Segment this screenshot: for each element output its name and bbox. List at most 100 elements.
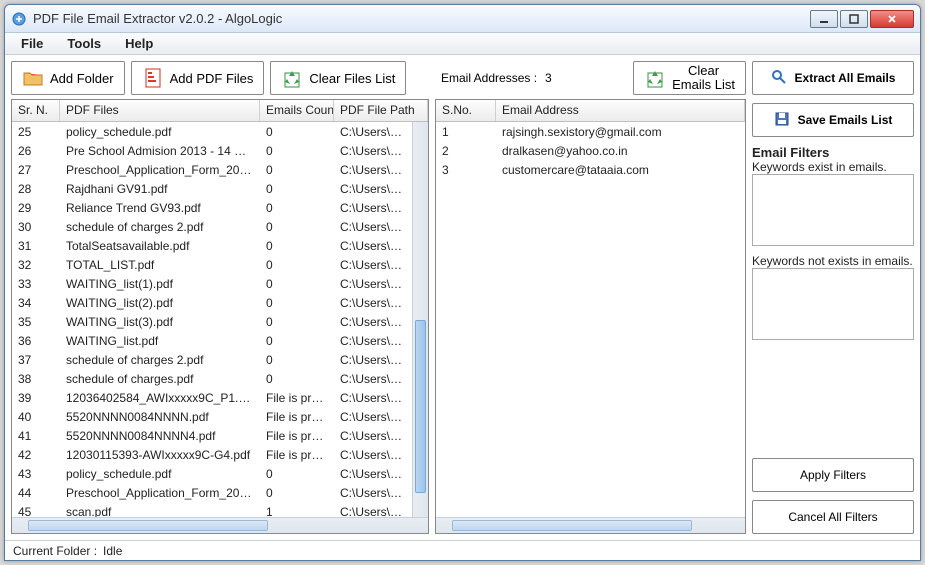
cell-srn: 29 bbox=[12, 201, 60, 215]
col-file-path[interactable]: PDF File Path bbox=[334, 100, 428, 121]
close-button[interactable] bbox=[870, 10, 914, 28]
table-row[interactable]: 38schedule of charges.pdf0C:\Users\Mar bbox=[12, 369, 412, 388]
table-row[interactable]: 405520NNNN0084NNNN.pdfFile is prot...C:\… bbox=[12, 407, 412, 426]
cell-srn: 25 bbox=[12, 125, 60, 139]
col-sno[interactable]: S.No. bbox=[436, 100, 496, 121]
table-row[interactable]: 1rajsingh.sexistory@gmail.com bbox=[436, 122, 729, 141]
cell-filename: TOTAL_LIST.pdf bbox=[60, 258, 260, 272]
clear-files-button[interactable]: Clear Files List bbox=[270, 61, 406, 95]
table-row[interactable]: 30schedule of charges 2.pdf0C:\Users\Mar bbox=[12, 217, 412, 236]
cell-path: C:\Users\Mar bbox=[334, 448, 412, 462]
col-emails-count[interactable]: Emails Count bbox=[260, 100, 334, 121]
files-horizontal-scrollbar[interactable] bbox=[12, 517, 428, 533]
cell-count: File is prot... bbox=[260, 429, 334, 443]
cell-email: rajsingh.sexistory@gmail.com bbox=[496, 125, 729, 139]
files-table-header[interactable]: Sr. N. PDF Files Emails Count PDF File P… bbox=[12, 100, 428, 122]
save-label: Save Emails List bbox=[798, 113, 893, 127]
emails-table[interactable]: S.No. Email Address 1rajsingh.sexistory@… bbox=[435, 99, 746, 534]
cell-count: 0 bbox=[260, 467, 334, 481]
col-pdf-files[interactable]: PDF Files bbox=[60, 100, 260, 121]
emails-table-header[interactable]: S.No. Email Address bbox=[436, 100, 745, 122]
cell-srn: 39 bbox=[12, 391, 60, 405]
cell-path: C:\Users\Mar bbox=[334, 182, 412, 196]
cell-filename: Preschool_Application_Form_2013_1... bbox=[60, 486, 260, 500]
cell-count: 0 bbox=[260, 182, 334, 196]
cell-srn: 42 bbox=[12, 448, 60, 462]
cancel-filters-button[interactable]: Cancel All Filters bbox=[752, 500, 914, 534]
save-icon bbox=[774, 111, 792, 129]
menu-tools[interactable]: Tools bbox=[57, 33, 111, 54]
email-filters-title: Email Filters bbox=[752, 145, 914, 160]
col-srn[interactable]: Sr. N. bbox=[12, 100, 60, 121]
cell-path: C:\Users\Mar bbox=[334, 277, 412, 291]
save-emails-button[interactable]: Save Emails List bbox=[752, 103, 914, 137]
clear-emails-button[interactable]: Clear Emails List bbox=[633, 61, 746, 95]
cell-path: C:\Users\Mar bbox=[334, 410, 412, 424]
cell-email: customercare@tataaia.com bbox=[496, 163, 729, 177]
cell-filename: Rajdhani GV91.pdf bbox=[60, 182, 260, 196]
cell-filename: 12036402584_AWIxxxxx9C_P1.pdf bbox=[60, 391, 260, 405]
cell-path: C:\Users\Mar bbox=[334, 353, 412, 367]
add-pdf-button[interactable]: Add PDF Files bbox=[131, 61, 265, 95]
emails-horizontal-scrollbar[interactable] bbox=[436, 517, 745, 533]
extract-label: Extract All Emails bbox=[795, 71, 896, 85]
table-row[interactable]: 415520NNNN0084NNNN4.pdfFile is prot...C:… bbox=[12, 426, 412, 445]
table-row[interactable]: 4212030115393-AWIxxxxx9C-G4.pdfFile is p… bbox=[12, 445, 412, 464]
folder-icon bbox=[22, 67, 44, 89]
add-folder-button[interactable]: Add Folder bbox=[11, 61, 125, 95]
keywords-exist-input[interactable] bbox=[752, 174, 914, 246]
table-row[interactable]: 45scan.pdf1C:\Users\Mar bbox=[12, 502, 412, 517]
extract-all-emails-button[interactable]: Extract All Emails bbox=[752, 61, 914, 95]
table-row[interactable]: 43policy_schedule.pdf0C:\Users\Mar bbox=[12, 464, 412, 483]
table-row[interactable]: 2dralkasen@yahoo.co.in bbox=[436, 141, 729, 160]
status-label: Current Folder : bbox=[13, 544, 97, 558]
table-row[interactable]: 35WAITING_list(3).pdf0C:\Users\Mar bbox=[12, 312, 412, 331]
table-row[interactable]: 25policy_schedule.pdf0C:\Users\Mar bbox=[12, 122, 412, 141]
table-row[interactable]: 29Reliance Trend GV93.pdf0C:\Users\Mar bbox=[12, 198, 412, 217]
table-row[interactable]: 3912036402584_AWIxxxxx9C_P1.pdfFile is p… bbox=[12, 388, 412, 407]
maximize-button[interactable] bbox=[840, 10, 868, 28]
table-row[interactable]: 44Preschool_Application_Form_2013_1...0C… bbox=[12, 483, 412, 502]
table-row[interactable]: 32TOTAL_LIST.pdf0C:\Users\Mar bbox=[12, 255, 412, 274]
cell-count: 0 bbox=[260, 296, 334, 310]
cell-srn: 31 bbox=[12, 239, 60, 253]
cell-path: C:\Users\Mar bbox=[334, 125, 412, 139]
cell-count: 0 bbox=[260, 220, 334, 234]
apply-filters-button[interactable]: Apply Filters bbox=[752, 458, 914, 492]
email-count-value: 3 bbox=[545, 71, 552, 85]
table-row[interactable]: 37schedule of charges 2.pdf0C:\Users\Mar bbox=[12, 350, 412, 369]
add-folder-label: Add Folder bbox=[50, 71, 114, 86]
cell-srn: 35 bbox=[12, 315, 60, 329]
cell-filename: scan.pdf bbox=[60, 505, 260, 518]
table-row[interactable]: 28Rajdhani GV91.pdf0C:\Users\Mar bbox=[12, 179, 412, 198]
files-vertical-scrollbar[interactable] bbox=[412, 122, 428, 517]
keywords-not-exist-input[interactable] bbox=[752, 268, 914, 340]
files-table[interactable]: Sr. N. PDF Files Emails Count PDF File P… bbox=[11, 99, 429, 534]
cell-path: C:\Users\Mar bbox=[334, 258, 412, 272]
cell-filename: WAITING_list(1).pdf bbox=[60, 277, 260, 291]
table-row[interactable]: 33WAITING_list(1).pdf0C:\Users\Mar bbox=[12, 274, 412, 293]
menu-file[interactable]: File bbox=[11, 33, 53, 54]
cell-filename: policy_schedule.pdf bbox=[60, 467, 260, 481]
table-row[interactable]: 3customercare@tataaia.com bbox=[436, 160, 729, 179]
table-row[interactable]: 26Pre School Admision 2013 - 14 Guidel..… bbox=[12, 141, 412, 160]
table-row[interactable]: 31TotalSeatsavailable.pdf0C:\Users\Mar bbox=[12, 236, 412, 255]
cell-srn: 27 bbox=[12, 163, 60, 177]
cell-srn: 45 bbox=[12, 505, 60, 518]
cell-path: C:\Users\Mar bbox=[334, 486, 412, 500]
cell-email: dralkasen@yahoo.co.in bbox=[496, 144, 729, 158]
cell-srn: 34 bbox=[12, 296, 60, 310]
email-count-label: Email Addresses : bbox=[441, 71, 537, 85]
cell-path: C:\Users\Mar bbox=[334, 220, 412, 234]
menu-help[interactable]: Help bbox=[115, 33, 163, 54]
status-bar: Current Folder : Idle bbox=[5, 540, 920, 560]
minimize-button[interactable] bbox=[810, 10, 838, 28]
cell-filename: WAITING_list(3).pdf bbox=[60, 315, 260, 329]
table-row[interactable]: 36WAITING_list.pdf0C:\Users\Mar bbox=[12, 331, 412, 350]
title-bar[interactable]: PDF File Email Extractor v2.0.2 - AlgoLo… bbox=[5, 5, 920, 33]
cell-filename: 5520NNNN0084NNNN.pdf bbox=[60, 410, 260, 424]
cell-filename: Preschool_Application_Form_2013_1... bbox=[60, 163, 260, 177]
col-email-address[interactable]: Email Address bbox=[496, 100, 745, 121]
table-row[interactable]: 27Preschool_Application_Form_2013_1...0C… bbox=[12, 160, 412, 179]
table-row[interactable]: 34WAITING_list(2).pdf0C:\Users\Mar bbox=[12, 293, 412, 312]
